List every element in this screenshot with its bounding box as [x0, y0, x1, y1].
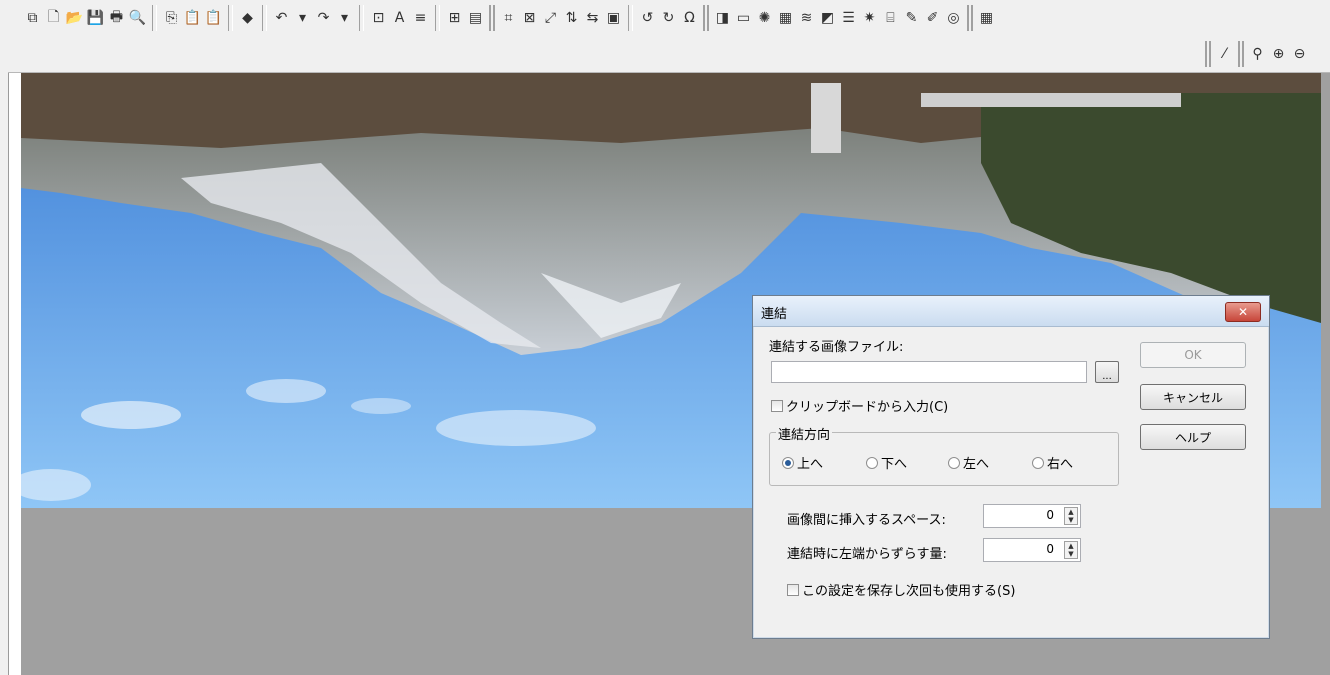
wave-icon[interactable]: ≋: [797, 7, 816, 29]
file-label: 連結する画像ファイル:: [769, 340, 904, 355]
redo-dropdown-icon[interactable]: ▾: [335, 7, 354, 29]
copy-icon[interactable]: ⎘: [162, 7, 181, 29]
clipboard-label: クリップボードから入力(C): [786, 400, 949, 415]
print-preview-icon[interactable]: 🔍: [128, 7, 147, 29]
rotate-free-icon[interactable]: Ω: [680, 7, 699, 29]
close-icon[interactable]: ✕: [1225, 302, 1261, 322]
radio-right[interactable]: 右へ: [1032, 453, 1073, 472]
toolbar-grip[interactable]: [1205, 41, 1211, 67]
toolbar-separator: [435, 5, 440, 31]
dialog-title: 連結: [761, 307, 788, 322]
radio-up[interactable]: 上へ: [782, 453, 823, 472]
zoom-in-icon[interactable]: ⊕: [1269, 43, 1288, 65]
radio-label: 上へ: [797, 457, 824, 472]
paint-fill-icon[interactable]: ◆: [238, 7, 257, 29]
grid-icon[interactable]: ⊞: [445, 7, 464, 29]
sharpen-icon[interactable]: ✷: [860, 7, 879, 29]
spiral-icon[interactable]: ◎: [944, 7, 963, 29]
radio-dot[interactable]: [866, 456, 878, 469]
sun-icon[interactable]: ✺: [755, 7, 774, 29]
redo-icon[interactable]: ↷: [314, 7, 333, 29]
align-icon[interactable]: ≡: [411, 7, 430, 29]
zoom-out-icon[interactable]: ⊖: [1290, 43, 1309, 65]
rotate-left-icon[interactable]: ↺: [638, 7, 657, 29]
direction-group: 連結方向 上へ 下へ 左へ 右へ: [769, 424, 1119, 486]
grid-filter-icon[interactable]: ⌸: [881, 7, 900, 29]
paste-new-icon[interactable]: 📋: [204, 7, 223, 29]
shadow-icon[interactable]: ◨: [713, 7, 732, 29]
main-toolbar: ⧉ 🗋 📂 💾 🖶 🔍 ⎘ 📋 📋 ◆ ↶ ▾ ↷ ▾ ⊡ A ≡ ⊞ ▤ ⌗ ⊠ ⤢ ⇅ ⇆ ▣ ↺ ↻ Ω ◨ ▭ ✺ ▦ ≋ ◩ ☰ ✷ ⌸ ✎ ✐ ◎…: [8, 0, 1330, 73]
flip-vertical-icon[interactable]: ⇅: [562, 7, 581, 29]
radio-down[interactable]: 下へ: [866, 453, 907, 472]
trim-icon[interactable]: ⊠: [520, 7, 539, 29]
clipboard-checkbox[interactable]: クリップボードから入力(C): [771, 396, 948, 415]
print-icon[interactable]: 🖶: [107, 7, 126, 29]
new-window-icon[interactable]: ⧉: [23, 7, 42, 29]
spacing-spinner[interactable]: 0 ▲ ▼: [983, 504, 1081, 528]
radio-dot[interactable]: [782, 456, 794, 469]
direction-group-title: 連結方向: [776, 424, 833, 443]
filmstrip-icon[interactable]: ▤: [466, 7, 485, 29]
radio-dot[interactable]: [948, 456, 960, 469]
toolbar-separator: [152, 5, 157, 31]
radio-dot[interactable]: [1032, 456, 1044, 469]
checkbox-box[interactable]: [771, 399, 783, 412]
toolbar-row-2: ⁄ ⚲ ⊕ ⊖: [1202, 38, 1310, 70]
toolbar-grip[interactable]: [489, 5, 495, 31]
offset-spinner[interactable]: 0 ▲ ▼: [983, 538, 1081, 562]
toolbar-separator: [359, 5, 364, 31]
save-settings-label: この設定を保存し次回も使用する(S): [802, 584, 1016, 599]
flip-horizontal-icon[interactable]: ⇆: [583, 7, 602, 29]
spin-arrows-icon[interactable]: ▲ ▼: [1064, 507, 1078, 525]
eyedropper-icon[interactable]: ⁄: [1215, 43, 1234, 65]
mosaic-icon[interactable]: ▦: [776, 7, 795, 29]
new-file-icon[interactable]: 🗋: [44, 7, 63, 29]
radio-label: 右へ: [1047, 457, 1074, 472]
fit-icon[interactable]: ⊡: [369, 7, 388, 29]
radio-label: 左へ: [963, 457, 990, 472]
save-icon[interactable]: 💾: [86, 7, 105, 29]
window-left-border: [0, 0, 9, 675]
undo-dropdown-icon[interactable]: ▾: [293, 7, 312, 29]
toolbar-grip[interactable]: [967, 5, 973, 31]
text-icon[interactable]: A: [390, 7, 409, 29]
browse-button[interactable]: ...: [1095, 361, 1119, 383]
file-input[interactable]: [771, 361, 1087, 383]
cancel-button[interactable]: キャンセル: [1140, 384, 1246, 410]
checkbox-box[interactable]: [787, 583, 799, 596]
concat-dialog: 連結 ✕ 連結する画像ファイル: ... OK キャンセル ヘルプ クリップボー…: [752, 295, 1270, 639]
crop-icon[interactable]: ⌗: [499, 7, 518, 29]
zoom-dropdown-icon[interactable]: ⚲: [1248, 43, 1267, 65]
undo-icon[interactable]: ↶: [272, 7, 291, 29]
resize-icon[interactable]: ⤢: [541, 7, 560, 29]
toolbar-separator: [628, 5, 633, 31]
radio-label: 下へ: [881, 457, 908, 472]
lines-icon[interactable]: ☰: [839, 7, 858, 29]
toolbar-grip[interactable]: [1238, 41, 1244, 67]
radio-left[interactable]: 左へ: [948, 453, 989, 472]
emboss-icon[interactable]: ◩: [818, 7, 837, 29]
paste-icon[interactable]: 📋: [183, 7, 202, 29]
rotate-right-icon[interactable]: ↻: [659, 7, 678, 29]
toolbar-row-1: ⧉ 🗋 📂 💾 🖶 🔍 ⎘ 📋 📋 ◆ ↶ ▾ ↷ ▾ ⊡ A ≡ ⊞ ▤ ⌗ ⊠ ⤢ ⇅ ⇆ ▣ ↺ ↻ Ω ◨ ▭ ✺ ▦ ≋ ◩ ☰ ✷ ⌸ ✎ ✐ ◎…: [22, 2, 997, 34]
spacing-value: 0: [1046, 508, 1054, 522]
spin-arrows-icon[interactable]: ▲ ▼: [1064, 541, 1078, 559]
help-button[interactable]: ヘルプ: [1140, 424, 1246, 450]
dialog-title-bar[interactable]: 連結 ✕: [753, 296, 1269, 327]
frame-icon[interactable]: ▭: [734, 7, 753, 29]
toolbar-grip[interactable]: [703, 5, 709, 31]
offset-label: 連結時に左端からずらす量:: [787, 547, 947, 562]
eraser-icon[interactable]: ✐: [923, 7, 942, 29]
toolbar-separator: [262, 5, 267, 31]
ok-button[interactable]: OK: [1140, 342, 1246, 368]
pen-icon[interactable]: ✎: [902, 7, 921, 29]
toolbar-separator: [228, 5, 233, 31]
offset-value: 0: [1046, 542, 1054, 556]
color-palette-icon[interactable]: ▦: [977, 7, 996, 29]
save-settings-checkbox[interactable]: この設定を保存し次回も使用する(S): [787, 580, 1015, 599]
spacing-label: 画像間に挿入するスペース:: [787, 513, 946, 528]
open-icon[interactable]: 📂: [65, 7, 84, 29]
canvas-icon[interactable]: ▣: [604, 7, 623, 29]
